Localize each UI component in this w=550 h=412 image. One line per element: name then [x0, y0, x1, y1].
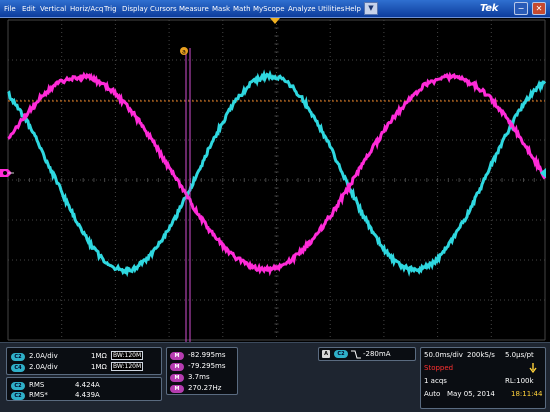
measurement-value: 4.424A — [75, 381, 100, 389]
graticule-grid — [7, 19, 546, 341]
record-length: RL:100k — [505, 377, 534, 385]
sample-rate: 200kS/s — [467, 351, 495, 359]
menu-trig[interactable]: Trig — [104, 0, 117, 18]
ch4-coupling: 1MΩ — [91, 363, 107, 371]
ch2-scale: 2.0A/div — [29, 352, 58, 360]
acquisition-mode: Auto — [424, 390, 441, 398]
menu-vertical[interactable]: Vertical — [40, 0, 66, 18]
menu-dropdown-button[interactable]: ▼ — [364, 2, 378, 15]
cursor-b-time: -79.295ms — [188, 362, 226, 370]
channel-marker-dot — [3, 171, 7, 175]
ch2-coupling: 1MΩ — [91, 352, 107, 360]
menu-mask[interactable]: Mask — [212, 0, 230, 18]
cursor-delta-time: 3.7ms — [188, 373, 210, 381]
math-badge: M — [170, 374, 184, 382]
cursor-frequency: 270.27Hz — [188, 384, 222, 392]
menu-horiz-acq[interactable]: Horiz/Acq — [70, 0, 103, 18]
menu-analyze[interactable]: Analyze — [288, 0, 316, 18]
acquisition-state: Stopped — [424, 364, 454, 372]
cursor-readout-box[interactable]: M -82.995ms M -79.295ms M 3.7ms M 270.27… — [166, 347, 238, 395]
close-button[interactable]: ✕ — [532, 2, 546, 15]
channel-settings-box[interactable]: C2 2.0A/div 1MΩ BW:120M C4 2.0A/div 1MΩ … — [6, 347, 162, 375]
waveform-display[interactable]: a — [0, 18, 550, 342]
math-badge: M — [170, 385, 184, 393]
ch2-bw-limit: BW:120M — [111, 351, 144, 360]
acquisition-count: 1 acqs — [424, 377, 447, 385]
acquisition-date: May 05, 2014 — [447, 390, 495, 398]
measurement-name: RMS* — [29, 391, 48, 399]
status-panel: C2 2.0A/div 1MΩ BW:120M C4 2.0A/div 1MΩ … — [0, 342, 550, 412]
minimize-button[interactable]: − — [514, 2, 528, 15]
timebase: 50.0ms/div — [424, 351, 463, 359]
trigger-position-marker — [270, 18, 280, 24]
math-badge: M — [170, 352, 184, 360]
ch4-scale: 2.0A/div — [29, 363, 58, 371]
channel-badge-c4: C4 — [11, 364, 25, 372]
cursor-label: a — [182, 49, 186, 56]
measurement-value: 4.439A — [75, 391, 100, 399]
measurement-badge: C2 — [11, 382, 25, 390]
tek-logo: Tek — [480, 3, 499, 14]
menu-display[interactable]: Display — [122, 0, 148, 18]
menu-utilities[interactable]: Utilities — [318, 0, 344, 18]
falling-edge-icon — [351, 350, 361, 359]
scope-svg: a — [0, 18, 547, 342]
trigger-status-icon — [529, 363, 537, 374]
menu-bar: File Edit Vertical Horiz/Acq Trig Displa… — [0, 0, 550, 18]
cursor-a-time: -82.995ms — [188, 351, 226, 359]
menu-edit[interactable]: Edit — [22, 0, 36, 18]
menu-measure[interactable]: Measure — [179, 0, 209, 18]
trigger-level: -280mA — [363, 350, 391, 358]
menu-help[interactable]: Help — [345, 0, 361, 18]
math-badge: M — [170, 363, 184, 371]
trigger-readout-box[interactable]: A C2 -280mA — [318, 347, 416, 361]
measurement-badge: C2 — [11, 392, 25, 400]
menu-file[interactable]: File — [4, 0, 16, 18]
menu-cursors[interactable]: Cursors — [150, 0, 177, 18]
menu-myscope[interactable]: MyScope — [253, 0, 285, 18]
measurements-box[interactable]: C2 RMS 4.424A C2 RMS* 4.439A — [6, 377, 162, 401]
channel-badge-c2: C2 — [11, 353, 25, 361]
ch4-bw-limit: BW:120M — [111, 362, 144, 371]
menu-math[interactable]: Math — [233, 0, 251, 18]
resolution: 5.0µs/pt — [505, 351, 534, 359]
measurement-name: RMS — [29, 381, 45, 389]
acquisition-status-box[interactable]: 50.0ms/div 200kS/s 5.0µs/pt Stopped 1 ac… — [420, 347, 546, 409]
acquisition-time: 18:11:44 — [511, 390, 543, 398]
trigger-mode-badge: A — [322, 350, 330, 358]
trigger-source-badge: C2 — [334, 350, 348, 358]
